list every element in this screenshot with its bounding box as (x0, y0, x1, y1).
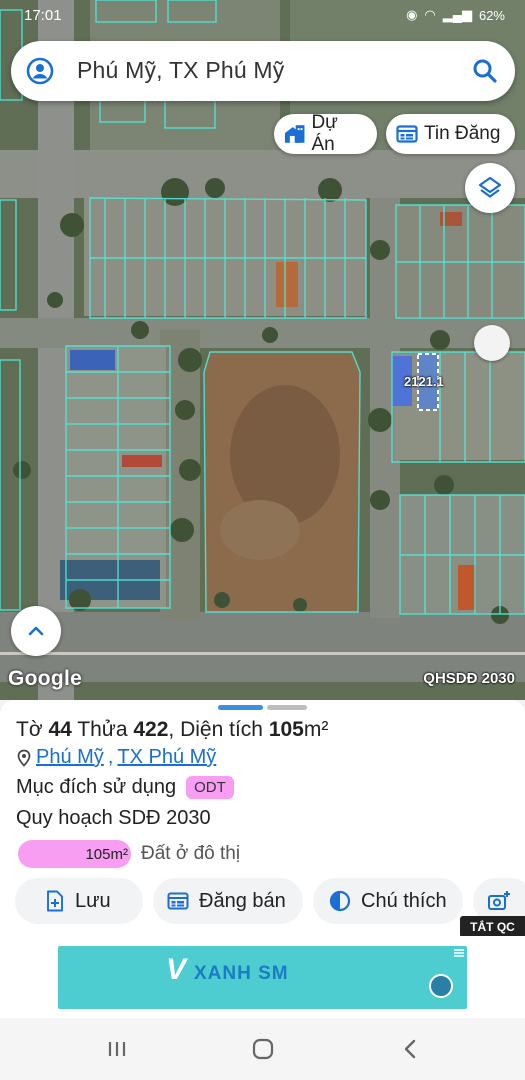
parcel-number-label: 2121.1 (404, 374, 444, 389)
location-row: Phú Mỹ, TX Phú Mỹ (16, 746, 216, 769)
sheet-handle-active[interactable] (218, 705, 263, 710)
sheet-number: 44 (48, 718, 72, 741)
purpose-label: Mục đích sử dụng (16, 776, 177, 798)
back-icon[interactable] (396, 1034, 426, 1064)
plan-area-description: Đất ở đô thị (141, 843, 241, 864)
ad-banner[interactable]: V XANH SM (58, 946, 467, 1009)
satellite-imagery (0, 0, 525, 700)
layers-button[interactable] (465, 163, 515, 213)
ad-brand: XANH SM (194, 963, 289, 984)
ward-link[interactable]: Phú Mỹ (36, 746, 104, 769)
recent-apps-icon[interactable] (102, 1034, 132, 1064)
ad-area: V XANH SM (0, 936, 525, 1018)
status-time: 17:01 (24, 7, 62, 24)
google-logo: Google (8, 667, 83, 690)
home-icon[interactable] (248, 1034, 278, 1064)
action-buttons: Lưu Đăng bán Chú thích (0, 878, 525, 926)
building-icon (284, 125, 305, 143)
plan-area-row: 105m² Đất ở đô thị (18, 840, 240, 868)
ad-menu-icon[interactable] (453, 948, 465, 958)
add-photo-icon (488, 891, 510, 910)
ad-logo-mark: V (166, 953, 188, 986)
listing-icon (167, 892, 189, 910)
area-prefix: , Diện tích (168, 718, 263, 741)
du-an-chip[interactable]: Dự Án (274, 112, 377, 155)
save-label: Lưu (75, 889, 111, 912)
area-value: 105 (268, 718, 304, 741)
wifi-icon: ◠ (424, 7, 436, 22)
legend-label: Chú thích (361, 889, 447, 912)
add-file-icon (47, 890, 63, 912)
parcel-info-sheet[interactable]: Tờ 44 Thửa 422, Diện tích 105m² Phú Mỹ, … (0, 700, 525, 938)
status-bar: 17:01 ◉ ◠ ▂▄▆ 62% (0, 0, 525, 32)
parcel-title: Tờ 44 Thửa 422, Diện tích 105m² (16, 718, 328, 742)
save-button[interactable]: Lưu (15, 878, 143, 924)
map-slider-handle[interactable] (474, 325, 510, 361)
sheet-handle-inactive[interactable] (267, 705, 307, 710)
expand-up-button[interactable] (11, 606, 61, 656)
plan-label: Quy hoạch SDĐ 2030 (16, 807, 211, 829)
map-watermark: QHSDĐ 2030 (423, 670, 515, 687)
town-link[interactable]: TX Phú Mỹ (117, 746, 216, 769)
post-sale-label: Đăng bán (199, 889, 286, 912)
purpose-row: Mục đích sử dụng ODT (16, 776, 234, 799)
satellite-map[interactable]: 17:01 ◉ ◠ ▂▄▆ 62% Phú Mỹ, TX Phú Mỹ Dự Á… (0, 0, 525, 700)
contrast-icon (329, 890, 351, 912)
search-query[interactable]: Phú Mỹ, TX Phú Mỹ (77, 57, 285, 84)
plan-area-bar: 105m² (18, 840, 131, 868)
disable-ads-button[interactable]: TẮT QC (460, 916, 525, 938)
map-pin-icon (17, 749, 31, 767)
battery-level: 62% (478, 7, 505, 23)
du-an-label: Dự Án (311, 112, 338, 155)
purpose-badge[interactable]: ODT (186, 776, 234, 799)
signal-icon: ▂▄▆ (442, 7, 472, 22)
layers-icon (478, 176, 502, 198)
post-sale-button[interactable]: Đăng bán (153, 878, 303, 924)
search-bar[interactable]: Phú Mỹ, TX Phú Mỹ (11, 41, 515, 101)
area-unit: m² (303, 718, 329, 741)
system-nav-bar (0, 1018, 525, 1080)
compass-icon (429, 974, 453, 998)
location-icon: ◉ (406, 7, 418, 22)
plot-prefix: Thửa (77, 718, 128, 741)
plot-number: 422 (133, 718, 169, 741)
profile-icon[interactable] (26, 57, 54, 85)
status-icons: ◉ ◠ ▂▄▆ 62% (406, 7, 505, 23)
ad-logo: V XANH SM (166, 953, 289, 986)
tin-dang-label: Tin Đăng (424, 123, 501, 144)
sheet-prefix: Tờ (16, 718, 43, 741)
legend-button[interactable]: Chú thích (313, 878, 463, 924)
search-icon[interactable] (471, 57, 499, 85)
chevron-up-icon (28, 626, 44, 636)
listing-icon (396, 125, 418, 143)
tin-dang-chip[interactable]: Tin Đăng (386, 114, 515, 154)
location-separator: , (107, 746, 114, 768)
